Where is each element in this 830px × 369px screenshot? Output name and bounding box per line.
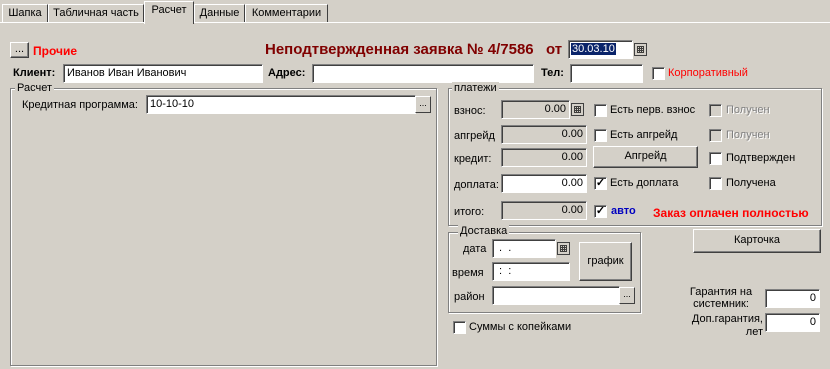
extra-warranty-field[interactable]: 0 — [765, 313, 820, 332]
tab-header[interactable]: Шапка — [2, 4, 48, 22]
calendar-icon[interactable] — [634, 43, 647, 56]
system-warranty-label: Гарантия на системник: — [689, 286, 753, 310]
phone-field[interactable] — [570, 64, 643, 83]
district-button[interactable]: ... — [619, 287, 635, 304]
deposit-field[interactable]: 0.00 — [501, 100, 570, 119]
kopecks-checkbox[interactable] — [453, 321, 466, 334]
credit-program-field[interactable]: 10-10-10 — [146, 95, 416, 114]
total-field[interactable]: 0.00 — [501, 201, 587, 220]
address-label: Адрес: — [268, 67, 306, 79]
calculator-icon[interactable] — [571, 103, 584, 116]
has-surcharge-checkbox[interactable]: ✓ — [594, 177, 607, 190]
first-deposit-label: Есть перв. взнос — [610, 104, 696, 116]
district-label: район — [454, 291, 485, 303]
district-field[interactable] — [492, 286, 620, 305]
address-field[interactable] — [312, 64, 534, 83]
phone-label: Тел: — [541, 67, 564, 79]
delivery-time-label: время — [452, 267, 484, 279]
total-label: итого: — [454, 206, 485, 218]
delivery-calendar-icon[interactable] — [557, 242, 570, 255]
upgrade-button[interactable]: Апгрейд — [593, 146, 698, 168]
order-date-value: 30.03.10 — [571, 43, 616, 55]
corporate-label: Корпоративный — [668, 67, 748, 79]
tab-table[interactable]: Табличная часть — [48, 4, 144, 22]
kopecks-label: Суммы с копейками — [469, 321, 572, 333]
delivery-date-label: дата — [463, 243, 487, 255]
corporate-checkbox[interactable] — [652, 67, 665, 80]
upgrade-received-label: Получен — [726, 129, 770, 141]
deposit-received-checkbox[interactable] — [709, 104, 722, 117]
extra-warranty-label: Доп.гарантия, лет — [691, 313, 763, 338]
delivery-date-field[interactable]: . . — [492, 239, 556, 258]
first-deposit-checkbox[interactable] — [594, 104, 607, 117]
other-dots-button[interactable]: ... — [10, 42, 29, 58]
client-field[interactable]: Иванов Иван Иванович — [63, 64, 263, 83]
payments-group-title: платежи — [452, 82, 499, 94]
card-button[interactable]: Карточка — [693, 229, 821, 253]
upgrade-label: апгрейд — [454, 130, 495, 142]
paid-status: Заказ оплачен полностью — [653, 206, 809, 220]
client-label: Клиент: — [13, 67, 56, 79]
has-upgrade-checkbox[interactable] — [594, 129, 607, 142]
auto-label: авто — [611, 205, 636, 217]
credit-label: кредит: — [454, 153, 492, 165]
tab-calc[interactable]: Расчет — [144, 1, 194, 24]
calc-group-title: Расчет — [15, 82, 54, 94]
tab-line — [0, 22, 830, 23]
has-surcharge-label: Есть доплата — [610, 177, 679, 189]
credit-program-button[interactable]: ... — [415, 96, 431, 113]
from-label: от — [546, 41, 563, 58]
delivery-time-field[interactable]: : : — [492, 262, 570, 281]
deposit-received-label: Получен — [726, 104, 770, 116]
has-upgrade-label: Есть апгрейд — [610, 129, 678, 141]
schedule-button[interactable]: график — [579, 242, 632, 281]
order-date-field[interactable]: 30.03.10 — [568, 40, 633, 59]
credit-field[interactable]: 0.00 — [501, 148, 587, 167]
delivery-group-title: Доставка — [458, 225, 510, 237]
upgrade-field[interactable]: 0.00 — [501, 125, 587, 144]
surcharge-received-checkbox[interactable] — [709, 177, 722, 190]
system-warranty-field[interactable]: 0 — [765, 289, 820, 308]
tab-bar: Шапка Табличная часть Расчет Данные Комм… — [0, 0, 830, 24]
other-label: Прочие — [33, 44, 78, 58]
surcharge-received-label: Получена — [726, 177, 776, 189]
tab-comments[interactable]: Комментарии — [245, 4, 328, 22]
page-title: Неподтвержденная заявка № 4/7586 — [265, 41, 534, 58]
tab-data[interactable]: Данные — [194, 4, 245, 22]
surcharge-label: доплата: — [454, 179, 499, 191]
calc-group — [10, 88, 437, 366]
deposit-label: взнос: — [454, 105, 486, 117]
upgrade-received-checkbox[interactable] — [709, 129, 722, 142]
auto-checkbox[interactable]: ✓ — [594, 205, 607, 218]
confirmed-checkbox[interactable] — [709, 152, 722, 165]
confirmed-label: Подтвержден — [726, 152, 796, 164]
surcharge-field[interactable]: 0.00 — [501, 174, 587, 193]
credit-program-label: Кредитная программа: — [22, 99, 138, 111]
